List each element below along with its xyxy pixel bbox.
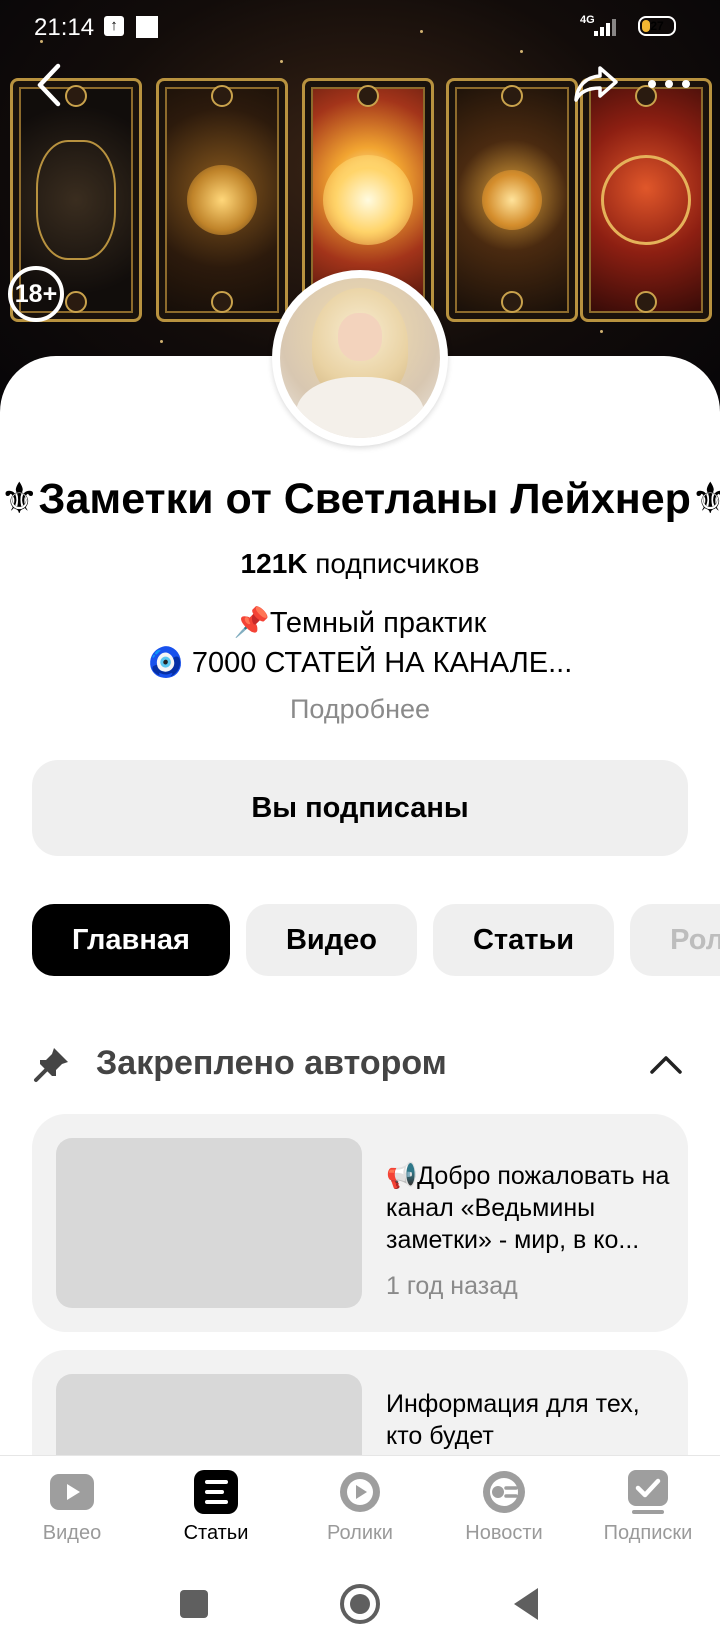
status-time: 21:14 bbox=[34, 14, 95, 41]
status-bar: 21:14 ↑ 4G 27 bbox=[0, 0, 720, 56]
subscribed-button[interactable]: Вы подписаны bbox=[32, 760, 688, 856]
notification-icon bbox=[136, 16, 158, 38]
chevron-left-icon bbox=[37, 63, 61, 107]
nav-label: Подписки bbox=[603, 1522, 693, 1544]
banner-star bbox=[280, 60, 283, 63]
tab-shorts[interactable]: Рол bbox=[630, 904, 720, 976]
card-coin bbox=[65, 291, 87, 313]
nav-label: Видео bbox=[42, 1522, 102, 1544]
recent-apps-icon[interactable] bbox=[172, 1582, 216, 1626]
nav-label: Статьи bbox=[183, 1522, 249, 1544]
card-emblem bbox=[482, 170, 542, 230]
article-thumbnail bbox=[56, 1138, 362, 1308]
articles-icon bbox=[194, 1470, 238, 1514]
card-coin bbox=[357, 85, 379, 107]
channel-description-line: 📌Темный практик bbox=[233, 607, 487, 639]
card-emblem bbox=[601, 155, 691, 245]
nav-articles[interactable]: Статьи bbox=[144, 1456, 288, 1555]
chevron-up-icon[interactable] bbox=[648, 1048, 684, 1078]
subscriber-number: 121K bbox=[240, 548, 308, 579]
battery-level: 27 bbox=[650, 19, 664, 33]
age-rating-badge: 18+ bbox=[8, 266, 64, 322]
card-coin bbox=[501, 85, 523, 107]
tarot-card bbox=[156, 78, 288, 322]
banner-star bbox=[160, 340, 163, 343]
network-type: 4G bbox=[580, 14, 595, 26]
nav-label: Ролики bbox=[327, 1522, 393, 1544]
more-dots-icon bbox=[648, 80, 690, 88]
avatar-image bbox=[280, 278, 440, 438]
battery-icon: 27 bbox=[638, 16, 676, 36]
card-coin bbox=[635, 291, 657, 313]
avatar-body bbox=[296, 377, 424, 438]
subscriber-count: 121K подписчиков bbox=[0, 548, 720, 580]
news-icon bbox=[483, 1471, 525, 1513]
upload-icon: ↑ bbox=[104, 16, 124, 36]
tab-articles[interactable]: Статьи bbox=[432, 904, 615, 976]
card-coin bbox=[501, 291, 523, 313]
pinned-article-card[interactable]: Информация для тех, кто будет bbox=[32, 1350, 688, 1455]
pin-icon bbox=[34, 1048, 68, 1082]
channel-tabs: Главная Видео Статьи Рол bbox=[32, 904, 720, 976]
pinned-article-card[interactable]: 📢Добро пожаловать на канал «Ведьмины зам… bbox=[32, 1114, 688, 1332]
home-circle-icon[interactable] bbox=[338, 1582, 382, 1626]
banner-star bbox=[600, 330, 603, 333]
share-button[interactable] bbox=[572, 62, 620, 106]
nav-shorts[interactable]: Ролики bbox=[288, 1456, 432, 1555]
shorts-icon bbox=[340, 1472, 380, 1512]
more-options-button[interactable] bbox=[644, 66, 694, 102]
tab-video[interactable]: Видео bbox=[245, 904, 417, 976]
signal-icon bbox=[594, 18, 616, 36]
avatar-face bbox=[337, 313, 383, 362]
pinned-section-title: Закреплено автором bbox=[96, 1044, 447, 1082]
system-navigation-bar bbox=[0, 1560, 720, 1650]
nav-video[interactable]: Видео bbox=[0, 1456, 144, 1555]
video-play-icon bbox=[50, 1474, 94, 1510]
share-arrow-icon bbox=[574, 66, 618, 102]
card-coin bbox=[211, 291, 233, 313]
nav-label: Новости bbox=[465, 1522, 543, 1544]
channel-description-line: 🧿 7000 СТАТЕЙ НА КАНАЛЕ... bbox=[147, 647, 573, 679]
back-triangle-icon[interactable] bbox=[504, 1582, 548, 1626]
subscriber-label: подписчиков bbox=[315, 548, 480, 579]
article-title: 📢Добро пожаловать на канал «Ведьмины зам… bbox=[386, 1162, 670, 1254]
channel-avatar[interactable] bbox=[272, 270, 448, 446]
nav-subscriptions[interactable]: Подписки bbox=[576, 1456, 720, 1555]
nav-news[interactable]: Новости bbox=[432, 1456, 576, 1555]
tarot-card bbox=[446, 78, 578, 322]
tab-main[interactable]: Главная bbox=[32, 904, 230, 976]
subscriptions-icon bbox=[628, 1470, 668, 1514]
card-emblem bbox=[187, 165, 257, 235]
more-info-link[interactable]: Подробнее bbox=[0, 694, 720, 725]
bottom-navigation: Видео Статьи Ролики Новости Подписки bbox=[0, 1455, 720, 1555]
pinned-section-header: Закреплено автором bbox=[32, 1040, 688, 1090]
card-emblem bbox=[323, 155, 413, 245]
article-time: 1 год назад bbox=[386, 1272, 518, 1300]
article-thumbnail bbox=[56, 1374, 362, 1455]
card-coin bbox=[211, 85, 233, 107]
article-title: Информация для тех, кто будет bbox=[386, 1390, 640, 1450]
tarot-card bbox=[580, 78, 712, 322]
card-emblem bbox=[36, 140, 116, 260]
channel-title: ⚜Заметки от Светланы Лейхнер⚜ bbox=[0, 475, 720, 523]
back-button[interactable] bbox=[30, 60, 70, 110]
